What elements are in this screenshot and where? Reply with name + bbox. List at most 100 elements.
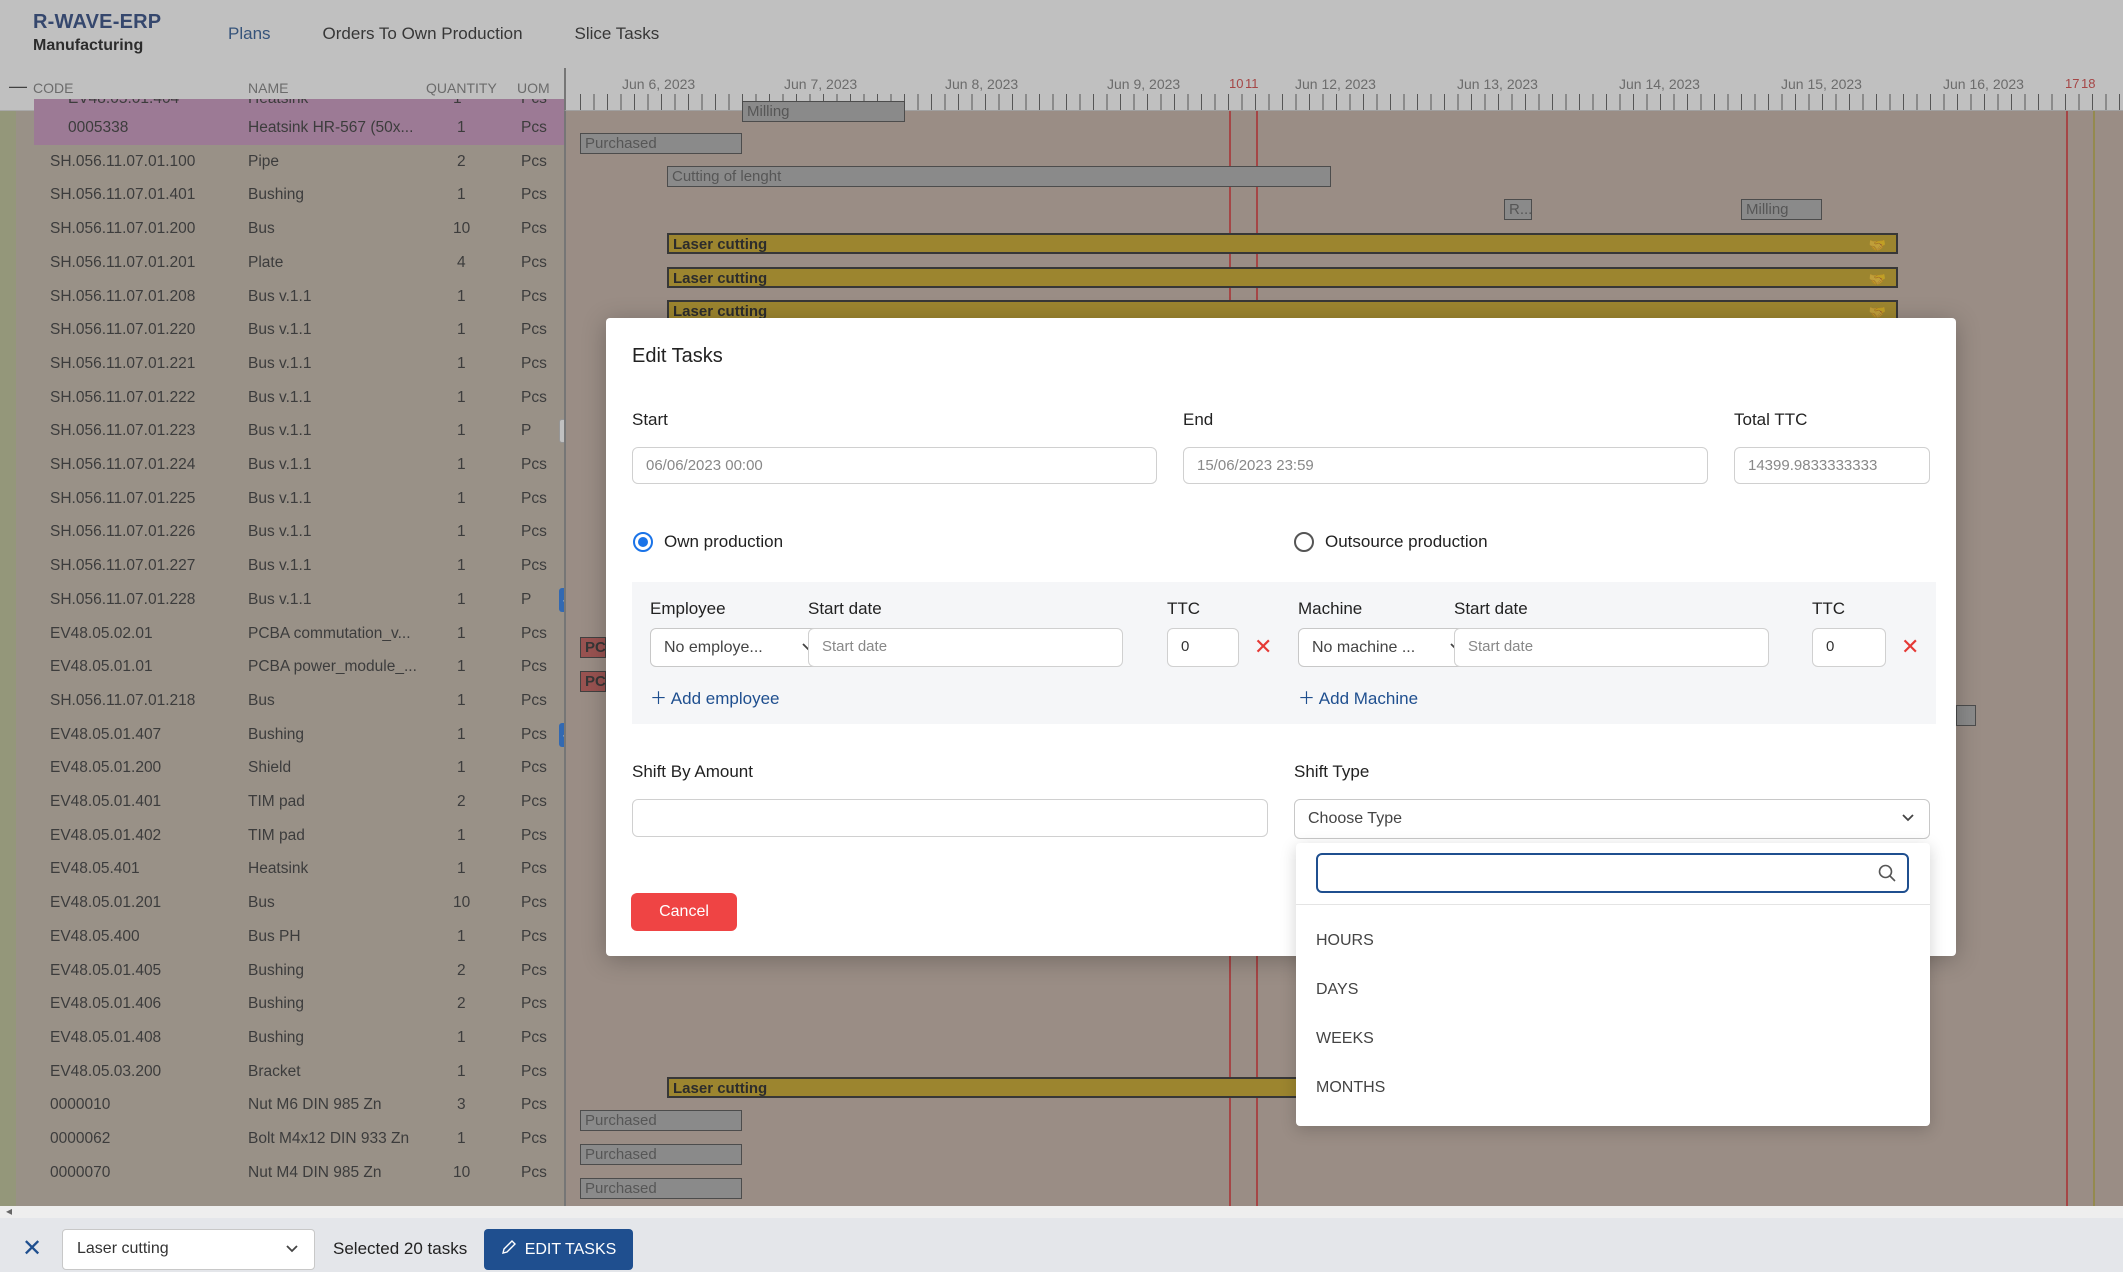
cancel-button[interactable]: Cancel [631,893,737,931]
dropdown-option-weeks[interactable]: WEEKS [1316,1030,1374,1048]
dropdown-search-input[interactable] [1316,853,1909,893]
remove-employee-close-icon[interactable]: ✕ [1254,634,1272,660]
collapse-all-icon[interactable]: — [9,76,27,97]
table-row[interactable]: 0000062 Bolt M4x12 DIN 933 Zn 1 Pcs [34,1122,564,1156]
table-row[interactable]: EV48.05.01.404 Heatsink 1 Pcs [34,99,564,111]
row-name: Bushing [248,961,305,979]
table-row[interactable]: SH.056.11.07.01.223 Bus v.1.1 1 P [34,414,583,448]
table-row[interactable]: 0000010 Nut M6 DIN 985 Zn 3 Pcs [34,1088,564,1122]
table-row[interactable]: EV48.05.01.406 Bushing 2 Pcs [34,987,564,1021]
table-row[interactable]: EV48.05.01.407 Bushing 1 Pcs [34,718,583,752]
employee-column-label: Employee [650,599,726,618]
table-row[interactable]: EV48.05.03.200 Bracket 1 Pcs [34,1055,564,1089]
add-machine-button[interactable]: ＋ Add Machine [1298,684,1418,709]
task-table: EV48.05.01.404 Heatsink 1 Pcs 0005338 Hea… [0,99,583,1206]
table-row[interactable]: SH.056.11.07.01.218 Bus 1 Pcs [34,684,564,718]
column-header-code[interactable]: CODE [33,80,73,96]
table-row[interactable]: SH.056.11.07.01.201 Plate 4 Pcs [34,246,564,280]
employee-select[interactable]: No employe... [650,628,830,667]
table-row[interactable]: EV48.05.01.01 PCBA power_module_... 1 Pcs [34,650,564,684]
total-ttc-input[interactable]: 14399.9833333333 [1734,447,1930,484]
task-bar[interactable]: PC [580,671,606,692]
outsource-production-radio[interactable] [1294,532,1314,552]
table-row[interactable]: SH.056.11.07.01.221 Bus v.1.1 1 Pcs [34,347,564,381]
task-bar[interactable]: Milling [1741,199,1822,220]
dropdown-option-hours[interactable]: HOURS [1316,932,1374,950]
task-bar[interactable]: Purchased [580,1110,742,1131]
task-bar[interactable]: R... [1504,199,1532,220]
table-row[interactable]: EV48.05.01.401 TIM pad 2 Pcs [34,785,564,819]
scroll-left-icon[interactable]: ◂ [6,1204,12,1218]
own-production-radio[interactable] [633,532,653,552]
nav-slice-tasks[interactable]: Slice Tasks [575,24,660,44]
column-header-quantity[interactable]: QUANTITY [426,80,497,96]
table-row[interactable]: EV48.05.400 Bus PH 1 Pcs [34,920,564,954]
nav-plans[interactable]: Plans [228,24,271,44]
edit-tasks-button[interactable]: EDIT TASKS [484,1229,633,1270]
own-production-label[interactable]: Own production [664,532,783,552]
machine-start-date-input[interactable]: Start date [1454,628,1769,667]
row-quantity: 1 [457,287,466,305]
column-header-uom[interactable]: UOM [517,80,550,96]
remove-machine-close-icon[interactable]: ✕ [1901,634,1919,660]
start-date-input[interactable]: 06/06/2023 00:00 [632,447,1157,484]
task-bar[interactable]: Purchased [580,133,742,154]
timeline-date-label: Jun 12, 2023 [1295,76,1376,92]
task-bar[interactable]: Laser cutting [667,1077,1367,1098]
table-row[interactable]: EV48.05.01.200 Shield 1 Pcs [34,751,564,785]
table-row[interactable]: SH.056.11.07.01.228 Bus v.1.1 1 P [34,583,583,617]
table-row[interactable]: SH.056.11.07.01.227 Bus v.1.1 1 Pcs [34,549,564,583]
table-row[interactable]: SH.056.11.07.01.222 Bus v.1.1 1 Pcs [34,381,564,415]
table-row[interactable]: EV48.05.01.201 Bus 10 Pcs [34,886,564,920]
table-row[interactable]: EV48.05.401 Heatsink 1 Pcs [34,852,564,886]
outsource-production-label[interactable]: Outsource production [1325,532,1488,552]
nav-orders-to-own-production[interactable]: Orders To Own Production [323,24,523,44]
employee-ttc-input[interactable]: 0 [1167,628,1239,667]
end-label: End [1183,410,1214,429]
task-bar[interactable]: Milling [742,101,905,122]
horizontal-scrollbar[interactable]: ◂ [0,1204,2123,1218]
dropdown-option-days[interactable]: DAYS [1316,981,1358,999]
table-row[interactable]: EV48.05.01.408 Bushing 1 Pcs [34,1021,564,1055]
task-bar[interactable]: Laser cutting 🤝 [667,267,1898,288]
table-row[interactable]: SH.056.11.07.01.224 Bus v.1.1 1 Pcs [34,448,564,482]
task-bar[interactable]: Purchased [580,1178,742,1199]
table-row[interactable]: SH.056.11.07.01.225 Bus v.1.1 1 Pcs [34,482,564,516]
table-row[interactable]: 0000070 Nut M4 DIN 985 Zn 10 Pcs [34,1156,564,1190]
table-row[interactable]: SH.056.11.07.01.226 Bus v.1.1 1 Pcs [34,515,564,549]
task-bar[interactable] [1956,705,1976,726]
table-row[interactable]: EV48.05.02.01 PCBA commutation_v... 1 Pcs [34,617,564,651]
task-bar[interactable]: PC [580,637,606,658]
operation-select[interactable]: Laser cutting [62,1229,315,1270]
task-bar[interactable]: Cutting of lenght [667,166,1331,187]
end-date-input[interactable]: 15/06/2023 23:59 [1183,447,1708,484]
dropdown-option-months[interactable]: MONTHS [1316,1079,1385,1097]
table-row[interactable]: SH.056.11.07.01.401 Bushing 1 Pcs [34,178,564,212]
machine-select[interactable]: No machine ... [1298,628,1478,667]
row-name: TIM pad [248,826,305,844]
table-row[interactable]: SH.056.11.07.01.200 Bus 10 Pcs [34,212,564,246]
row-code: SH.056.11.07.01.201 [50,253,196,271]
table-row[interactable]: SH.056.11.07.01.100 Pipe 2 Pcs [34,145,564,179]
clear-selection-close-icon[interactable]: ✕ [22,1234,42,1263]
employee-start-date-input[interactable]: Start date [808,628,1123,667]
add-employee-button[interactable]: ＋ Add employee [650,684,779,709]
shift-by-amount-input[interactable] [632,799,1268,837]
row-quantity: 1 [457,388,466,406]
shift-type-select[interactable]: Choose Type [1294,799,1930,839]
column-header-name[interactable]: NAME [248,80,288,96]
machine-ttc-input[interactable]: 0 [1812,628,1886,667]
marker-label-10: 10 [1229,76,1244,91]
table-row[interactable]: SH.056.11.07.01.220 Bus v.1.1 1 Pcs [34,313,564,347]
row-quantity: 1 [457,489,466,507]
table-row[interactable]: EV48.05.01.402 TIM pad 1 Pcs [34,819,564,853]
task-bar[interactable]: Purchased [580,1144,742,1165]
row-name: Bus v.1.1 [248,590,312,608]
row-quantity: 1 [457,1062,466,1080]
task-bar[interactable]: Laser cutting 🤝 [667,233,1898,254]
table-side-stripe [0,111,16,1206]
table-row[interactable]: SH.056.11.07.01.208 Bus v.1.1 1 Pcs [34,280,564,314]
table-row[interactable]: 0005338 Heatsink HR-567 (50x... 1 Pcs [34,111,564,145]
row-quantity: 1 [457,658,466,676]
table-row[interactable]: EV48.05.01.405 Bushing 2 Pcs [34,954,564,988]
